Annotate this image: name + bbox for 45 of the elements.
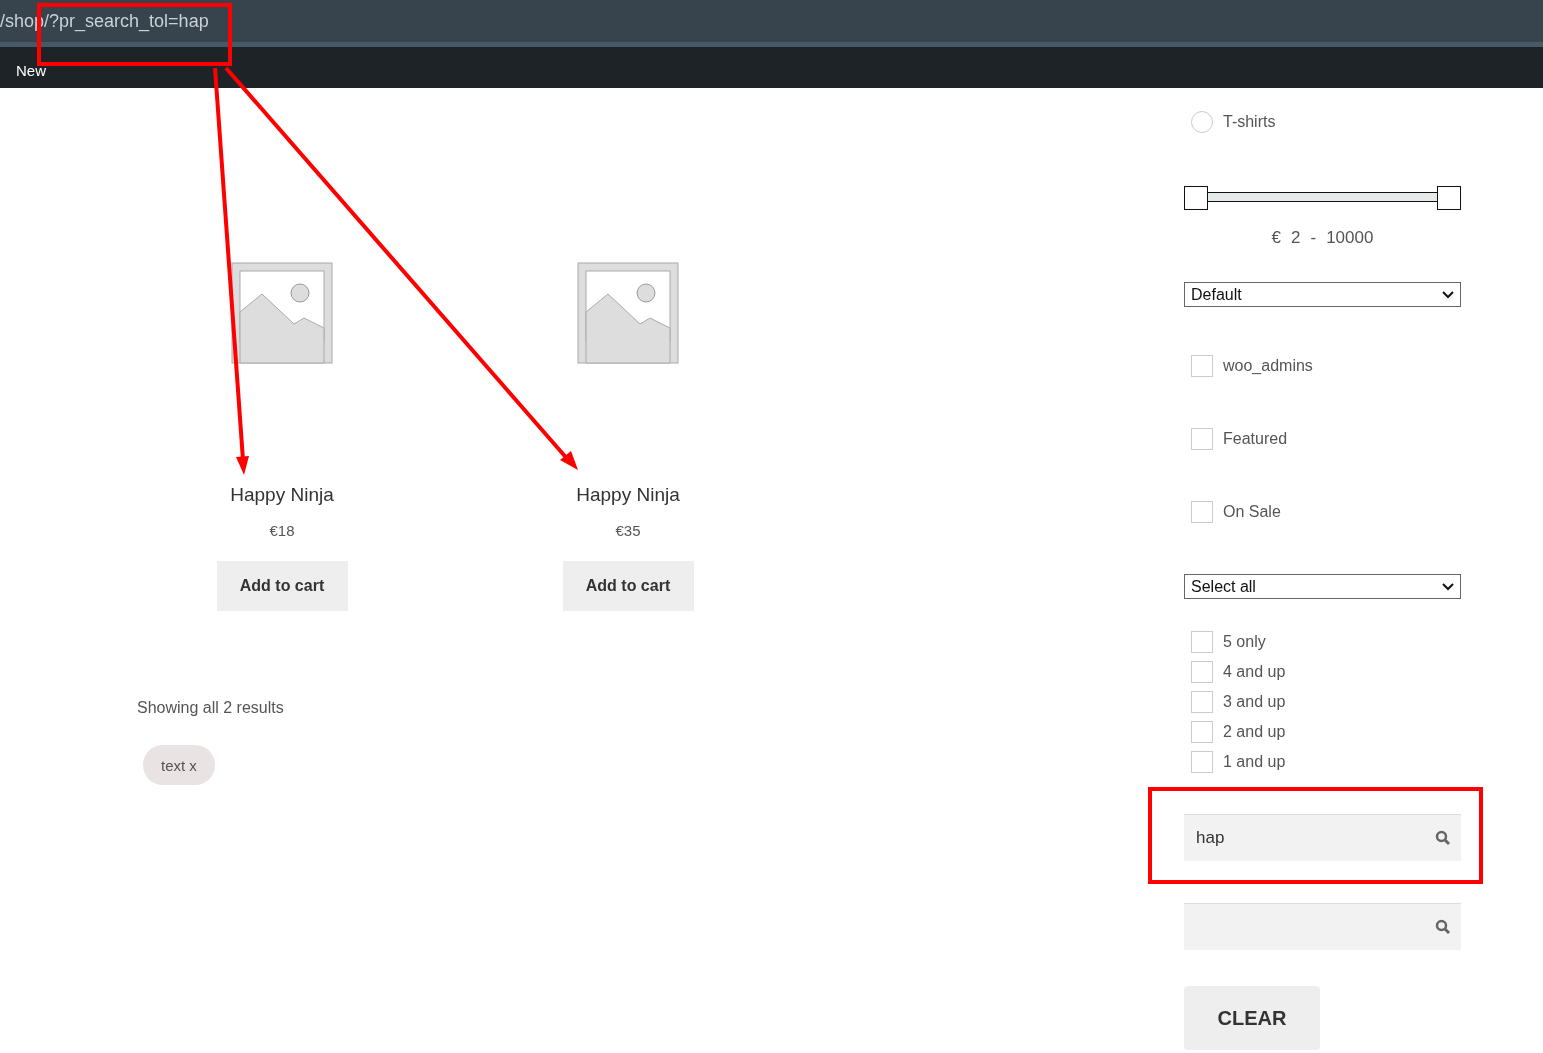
product-title[interactable]: Happy Ninja [230, 484, 334, 506]
search-icon[interactable] [1435, 919, 1451, 935]
admin-bar-link[interactable]: New [16, 62, 46, 79]
checkbox-label: 2 and up [1223, 723, 1286, 741]
checkbox-label: Featured [1223, 430, 1288, 448]
checkbox-label: On Sale [1223, 503, 1281, 521]
add-to-cart-button[interactable]: Add to cart [562, 561, 694, 611]
checkbox[interactable] [1191, 631, 1213, 653]
checkbox-label: 3 and up [1223, 693, 1286, 711]
checkbox[interactable] [1191, 721, 1213, 743]
checkbox-label: woo_admins [1223, 357, 1313, 375]
product-price: €18 [269, 522, 295, 539]
add-to-cart-button[interactable]: Add to cart [216, 561, 348, 611]
image-placeholder-icon [231, 262, 333, 364]
clear-button[interactable]: CLEAR [1184, 986, 1320, 1050]
image-placeholder-icon [577, 262, 679, 364]
price-min: 2 [1291, 228, 1301, 248]
chevron-icon [1442, 290, 1454, 299]
currency-symbol: € [1271, 228, 1281, 248]
result-count: Showing all 2 results [137, 699, 285, 717]
search-field[interactable] [1184, 903, 1461, 950]
checkbox[interactable] [1191, 691, 1213, 713]
search-field[interactable]: hap [1184, 814, 1461, 861]
search-icon[interactable] [1435, 830, 1451, 846]
radio-button[interactable] [1191, 111, 1213, 133]
checkbox[interactable] [1191, 355, 1213, 377]
checkbox[interactable] [1191, 428, 1213, 450]
checkbox-label: 1 and up [1223, 753, 1286, 771]
checkbox-label: 5 only [1223, 633, 1266, 651]
slider-handle[interactable] [1184, 186, 1208, 210]
product-title[interactable]: Happy Ninja [576, 484, 680, 506]
checkbox-label: 4 and up [1223, 663, 1286, 681]
category-label: T-shirts [1223, 113, 1276, 131]
product-price: €35 [615, 522, 641, 539]
checkbox[interactable] [1191, 751, 1213, 773]
slider-handle[interactable] [1437, 186, 1461, 210]
filter-chip[interactable]: text x [143, 745, 215, 785]
chevron-icon [1442, 582, 1454, 591]
rating-select[interactable]: Select all [1184, 574, 1461, 599]
checkbox[interactable] [1191, 501, 1213, 523]
sort-select[interactable]: Default [1184, 282, 1461, 307]
price-max: 10000 [1326, 228, 1374, 248]
price-slider[interactable] [1184, 186, 1461, 210]
checkbox[interactable] [1191, 661, 1213, 683]
range-separator: - [1310, 228, 1317, 248]
